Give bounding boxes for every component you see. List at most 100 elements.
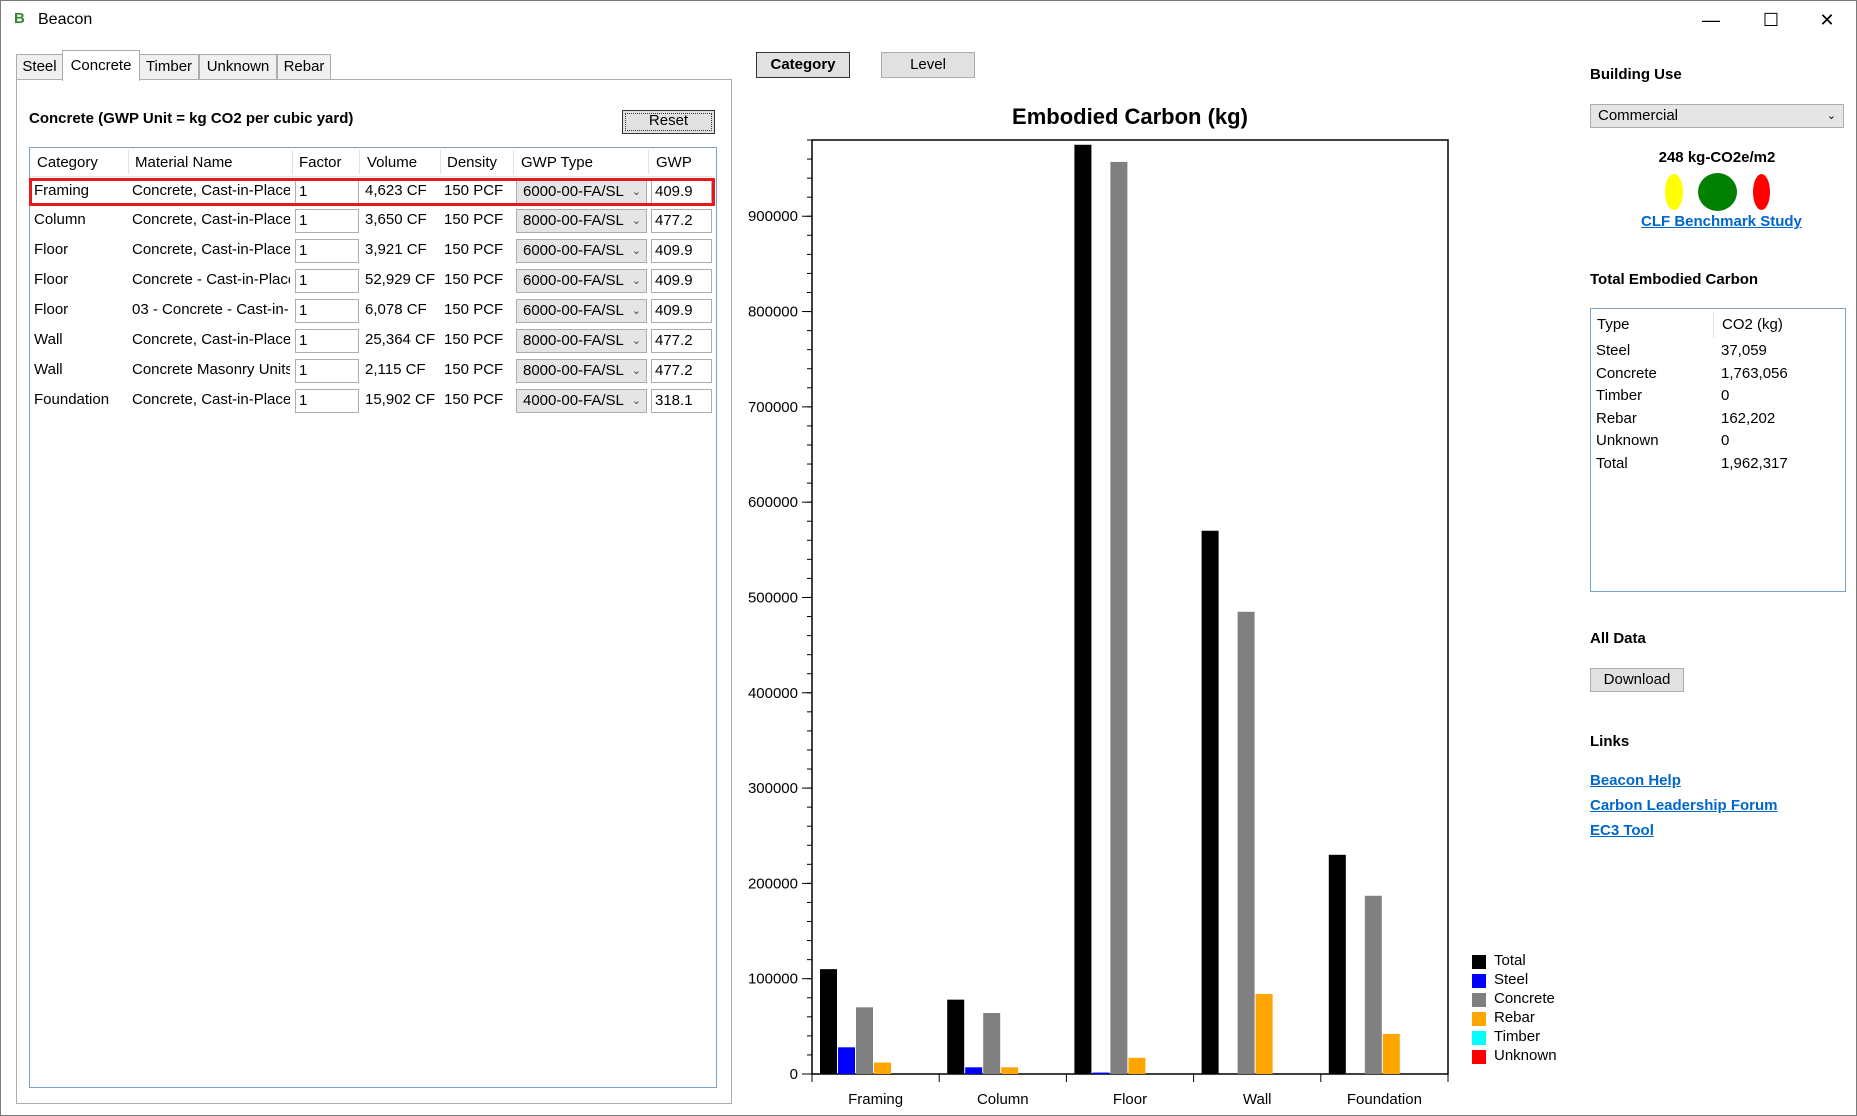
close-button[interactable]: ✕: [1804, 6, 1850, 34]
cell-material: Concrete, Cast-in-Place: [132, 391, 290, 408]
legend-swatch: [1472, 974, 1486, 988]
building-use-label: Building Use: [1590, 66, 1682, 83]
gwp-type-select[interactable]: 8000-00-FA/SL ⌄: [516, 359, 647, 383]
column-header-category[interactable]: Category: [37, 150, 98, 176]
panel-title: Concrete (GWP Unit = kg CO2 per cubic ya…: [29, 110, 354, 127]
column-header-volume[interactable]: Volume: [367, 150, 417, 176]
reset-button[interactable]: Reset: [622, 110, 715, 134]
bar-rebar-framing: [874, 1062, 891, 1074]
column-header-density[interactable]: Density: [447, 150, 497, 176]
y-tick-label: 700000: [748, 399, 798, 416]
total-row-type: Timber: [1596, 387, 1643, 404]
total-embodied-carbon-label: Total Embodied Carbon: [1590, 271, 1759, 288]
chevron-down-icon: ⌄: [631, 186, 641, 198]
gwp-type-value: 8000-00-FA/SL: [523, 212, 624, 229]
building-use-value: Commercial: [1598, 107, 1679, 124]
gwp-type-select[interactable]: 8000-00-FA/SL ⌄: [516, 209, 647, 233]
column-header-gwp-type[interactable]: GWP Type: [521, 150, 593, 176]
bar-concrete-foundation: [1364, 895, 1382, 1074]
gwp-input[interactable]: 477.2: [651, 329, 712, 353]
plot-area: [811, 139, 1449, 1075]
legend-label: Total: [1494, 952, 1526, 969]
column-header-factor[interactable]: Factor: [299, 150, 342, 176]
legend-label: Steel: [1494, 971, 1529, 988]
cell-category: Column: [34, 211, 86, 228]
factor-input[interactable]: 1: [295, 329, 359, 353]
maximize-button[interactable]: ☐: [1748, 6, 1794, 34]
total-row-value: 1,763,056: [1721, 364, 1788, 382]
gwp-input[interactable]: 477.2: [651, 359, 712, 383]
gwp-input[interactable]: 409.9: [651, 299, 712, 323]
total-column-header-co2[interactable]: CO2 (kg): [1722, 316, 1783, 333]
x-tick-label: Framing: [848, 1091, 903, 1108]
bar-steel-framing: [838, 1047, 855, 1074]
total-row-type: Steel: [1596, 342, 1631, 359]
chevron-down-icon: ⌄: [631, 395, 641, 407]
gwp-input[interactable]: 477.2: [651, 209, 712, 233]
gwp-type-value: 8000-00-FA/SL: [523, 362, 624, 379]
cell-volume: 3,921 CF: [365, 241, 427, 258]
x-tick-label: Wall: [1243, 1091, 1272, 1108]
tab-unknown[interactable]: Unknown: [199, 54, 277, 79]
bar-concrete-column: [983, 1013, 1001, 1074]
gwp-type-select[interactable]: 6000-00-FA/SL ⌄: [516, 239, 647, 263]
cell-category: Framing: [34, 182, 90, 199]
column-header-gwp[interactable]: GWP: [656, 150, 692, 176]
tab-timber[interactable]: Timber: [139, 54, 199, 79]
legend-label: Unknown: [1494, 1047, 1557, 1064]
all-data-label: All Data: [1590, 630, 1646, 647]
gwp-type-select[interactable]: 6000-00-FA/SL ⌄: [516, 299, 647, 323]
column-header-material[interactable]: Material Name: [135, 150, 233, 176]
beacon-help-link[interactable]: Beacon Help: [1590, 772, 1681, 789]
factor-input[interactable]: 1: [295, 269, 359, 293]
factor-input[interactable]: 1: [295, 180, 359, 204]
total-column-header-type[interactable]: Type: [1597, 316, 1630, 333]
ec3-tool-link[interactable]: EC3 Tool: [1590, 822, 1654, 839]
cell-volume: 52,929 CF: [365, 271, 436, 288]
factor-input[interactable]: 1: [295, 359, 359, 383]
bar-total-wall: [1201, 530, 1219, 1074]
gwp-input[interactable]: 409.9: [651, 269, 712, 293]
cell-volume: 2,115 CF: [365, 361, 426, 378]
gwp-input[interactable]: 409.9: [651, 180, 712, 204]
tab-steel[interactable]: Steel: [16, 54, 63, 79]
tab-rebar[interactable]: Rebar: [277, 54, 331, 79]
y-tick-label: 300000: [748, 780, 798, 797]
minimize-button[interactable]: —: [1688, 6, 1734, 34]
gwp-type-select[interactable]: 4000-00-FA/SL ⌄: [516, 389, 647, 413]
bar-steel-column: [965, 1067, 983, 1074]
category-view-button[interactable]: Category: [756, 52, 850, 78]
gwp-type-select[interactable]: 6000-00-FA/SL ⌄: [516, 269, 647, 293]
clf-benchmark-link[interactable]: CLF Benchmark Study: [1641, 213, 1802, 230]
cell-density: 150 PCF: [444, 331, 504, 348]
legend-label: Concrete: [1494, 990, 1555, 1007]
cell-density: 150 PCF: [444, 241, 504, 258]
level-view-button[interactable]: Level: [881, 52, 975, 78]
tab-concrete[interactable]: Concrete: [62, 50, 140, 81]
factor-input[interactable]: 1: [295, 299, 359, 323]
title-bar: B Beacon — ☐ ✕: [0, 0, 1855, 40]
cell-volume: 3,650 CF: [365, 211, 427, 228]
gwp-type-select[interactable]: 6000-00-FA/SL ⌄: [516, 180, 647, 204]
factor-input[interactable]: 1: [295, 239, 359, 263]
building-use-select[interactable]: Commercial ⌄: [1590, 104, 1844, 128]
x-tick-label: Floor: [1113, 1091, 1147, 1108]
gwp-input[interactable]: 318.1: [651, 389, 712, 413]
y-tick-label: 900000: [748, 208, 798, 225]
y-tick-label: 0: [790, 1066, 798, 1083]
factor-input[interactable]: 1: [295, 209, 359, 233]
factor-input[interactable]: 1: [295, 389, 359, 413]
legend-swatch: [1472, 993, 1486, 1007]
embodied-carbon-chart: 0 100000 200000 300000 400000 500000 600000 700…: [748, 139, 1449, 1108]
gwp-input[interactable]: 409.9: [651, 239, 712, 263]
chevron-down-icon: ⌄: [631, 305, 641, 317]
bar-concrete-floor: [1110, 161, 1128, 1074]
carbon-leadership-forum-link[interactable]: Carbon Leadership Forum: [1590, 797, 1778, 814]
cell-material: Concrete - Cast-in-Place: [132, 271, 290, 288]
cell-density: 150 PCF: [444, 211, 504, 228]
download-button[interactable]: Download: [1590, 668, 1684, 692]
gwp-type-select[interactable]: 8000-00-FA/SL ⌄: [516, 329, 647, 353]
y-tick-label: 600000: [748, 494, 798, 511]
y-tick-label: 200000: [748, 875, 798, 892]
x-tick-label: Column: [977, 1091, 1029, 1108]
